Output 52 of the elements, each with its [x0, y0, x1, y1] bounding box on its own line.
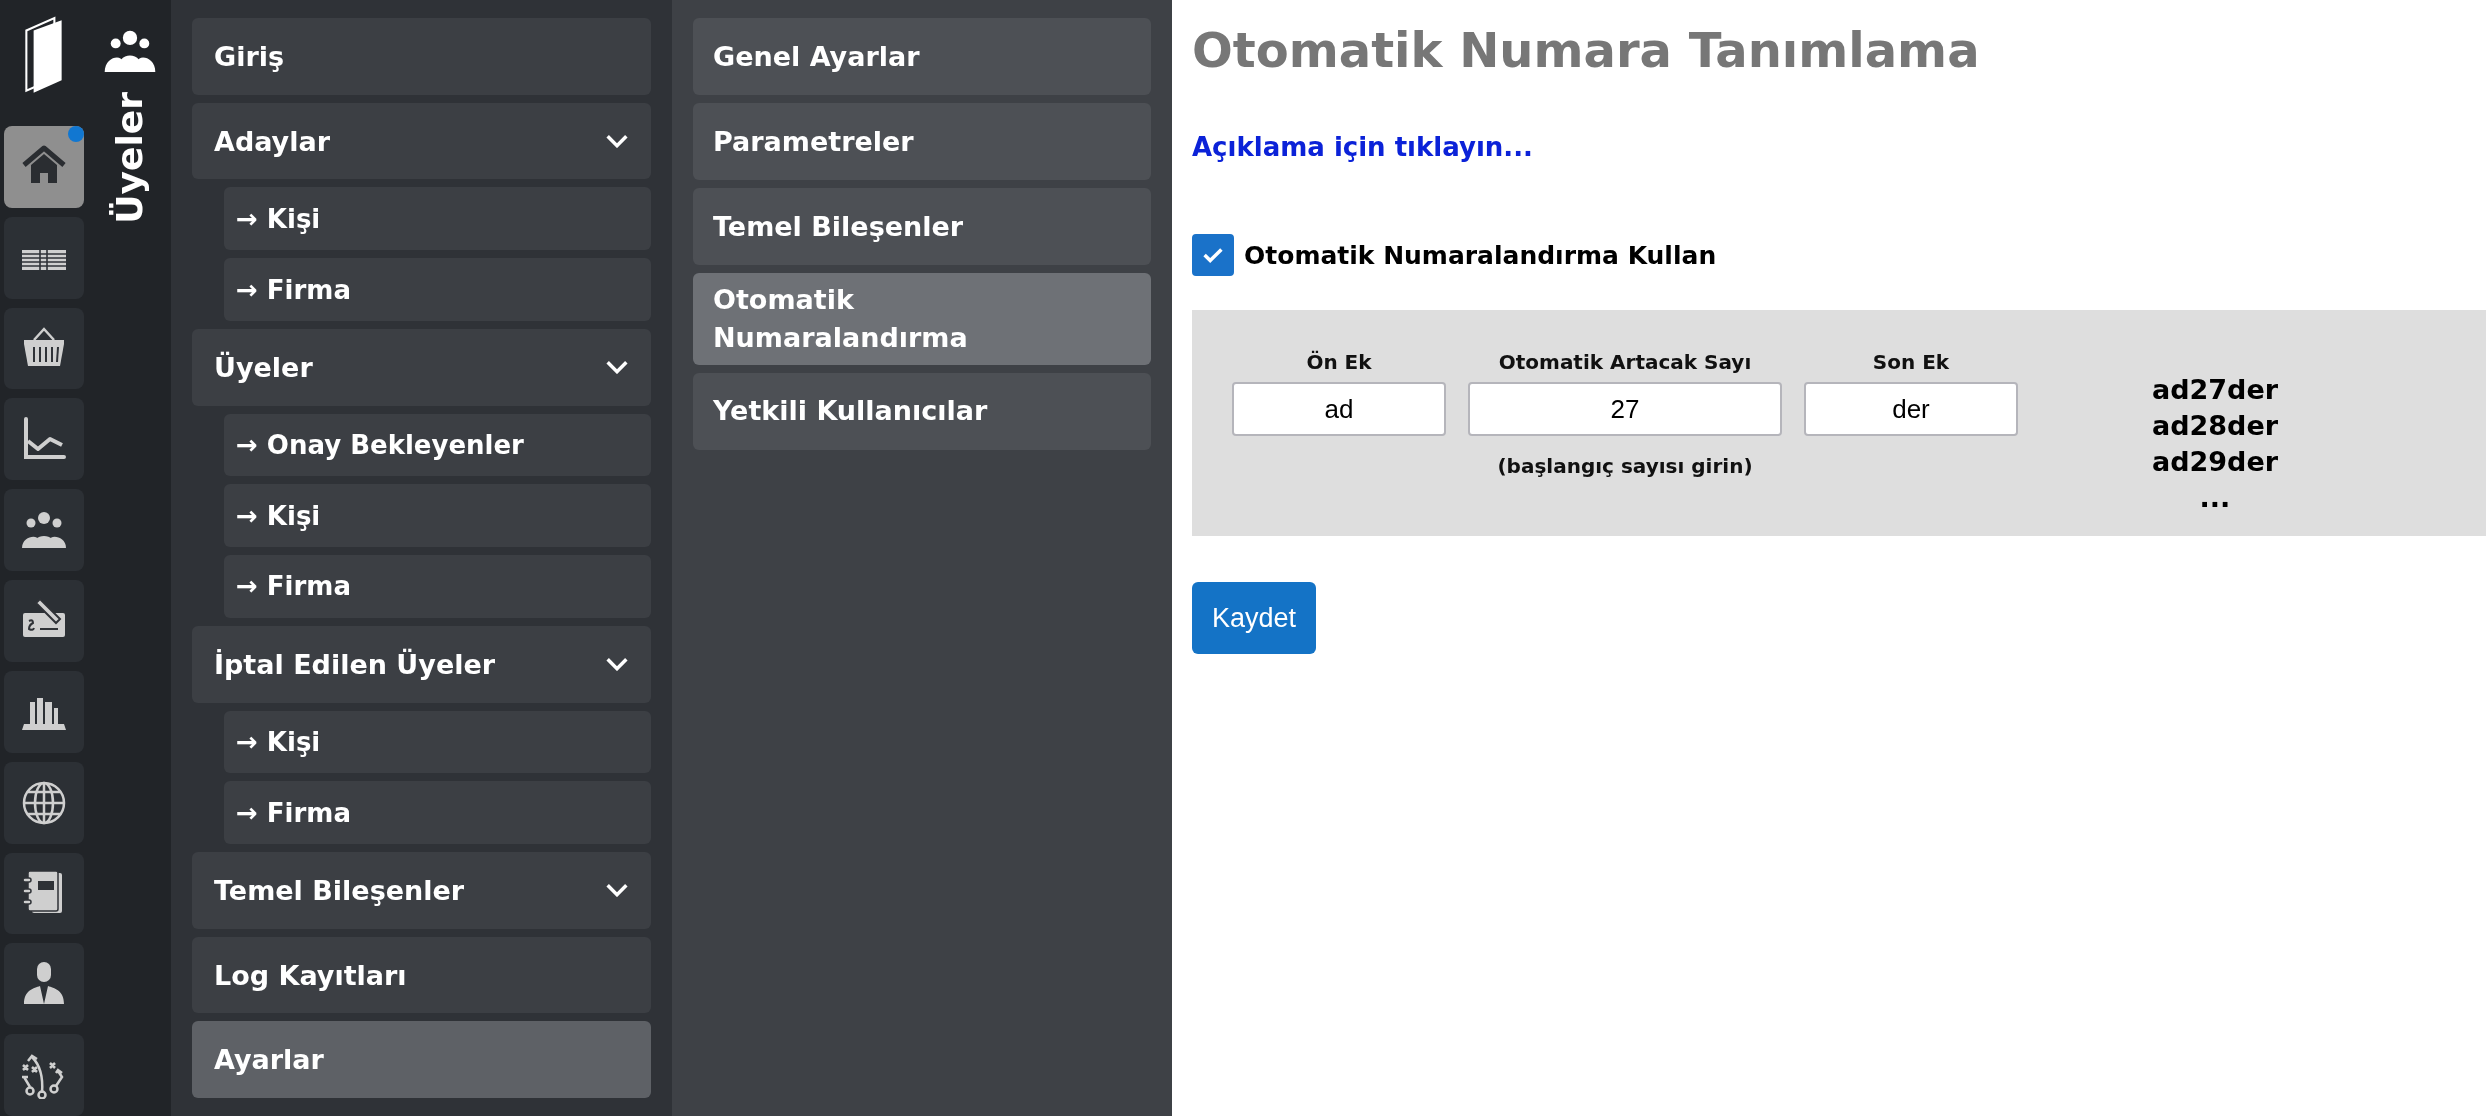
input-field[interactable]: 27 [1468, 382, 1782, 436]
field-label: Ön Ek [1306, 350, 1372, 374]
field-hint: (başlangıç sayısı girin) [1497, 454, 1753, 478]
menu-item[interactable]: Üyeler [192, 328, 651, 406]
field-label: Otomatik Artacak Sayı [1498, 350, 1752, 374]
submenu-item[interactable]: → Firma [224, 781, 651, 844]
menu-item[interactable]: Giriş [192, 18, 651, 95]
nav-button[interactable] [4, 398, 84, 481]
field-label: Son Ek [1872, 350, 1950, 374]
menu-item[interactable]: Adaylar [192, 102, 651, 180]
menu-item[interactable]: Log Kayıtları [192, 936, 651, 1014]
nav-button[interactable] [4, 1034, 84, 1116]
chevron-down-icon [605, 134, 629, 149]
logo-icon [23, 16, 65, 95]
nav-button[interactable] [4, 670, 84, 753]
chevron-down-icon [605, 360, 629, 375]
preview-text: ad27der [2151, 373, 2279, 407]
input-field[interactable]: der [1804, 382, 2018, 436]
save-button[interactable]: Kaydet [1192, 582, 1317, 654]
submenu-item[interactable]: → Kişi [224, 710, 651, 774]
menu-item[interactable]: Yetkili Kullanıcılar [693, 372, 1151, 450]
nav-button[interactable] [4, 943, 84, 1026]
submenu-item[interactable]: → Firma [224, 555, 651, 618]
nav-button[interactable] [4, 489, 84, 571]
nav-button[interactable] [4, 307, 84, 390]
menu-item[interactable]: Ayarlar [192, 1021, 651, 1099]
help-link[interactable]: Açıklama için tıklayın... [1192, 132, 1533, 162]
menu-item[interactable]: Temel Bileşenler [192, 852, 651, 929]
menu-item[interactable]: İptal Edilen Üyeler [192, 625, 651, 703]
input-field[interactable]: ad [1232, 382, 1446, 436]
menu-item[interactable]: Genel Ayarlar [693, 18, 1151, 95]
nav-button[interactable] [4, 216, 84, 299]
menu-item[interactable]: Parametreler [693, 103, 1151, 180]
submenu-item[interactable]: → Kişi [224, 484, 651, 548]
nav-button[interactable] [4, 852, 84, 935]
submenu-item[interactable]: → Firma [224, 258, 651, 321]
nav-button[interactable] [4, 761, 84, 844]
preview-text: ... [2199, 481, 2231, 515]
page-title: Otomatik Numara Tanımlama [1192, 21, 1980, 80]
menu-item[interactable]: Temel Bileşenler [693, 188, 1151, 265]
checkbox[interactable] [1192, 234, 1234, 276]
section-title: Üyeler [111, 92, 148, 224]
submenu-item[interactable]: → Onay Bekleyenler [224, 413, 651, 477]
nav-button[interactable] [4, 125, 84, 208]
checkbox-label: Otomatik Numaralandırma Kullan [1244, 240, 1717, 270]
chevron-down-icon [605, 883, 629, 898]
menu-item[interactable]: Otomatik Numaralandırma [693, 273, 1151, 365]
submenu-item[interactable]: → Kişi [224, 187, 651, 251]
preview-text: ad28der [2151, 409, 2279, 443]
nav-button[interactable] [4, 580, 84, 662]
preview-text: ad29der [2151, 445, 2279, 479]
chevron-down-icon [605, 657, 629, 672]
